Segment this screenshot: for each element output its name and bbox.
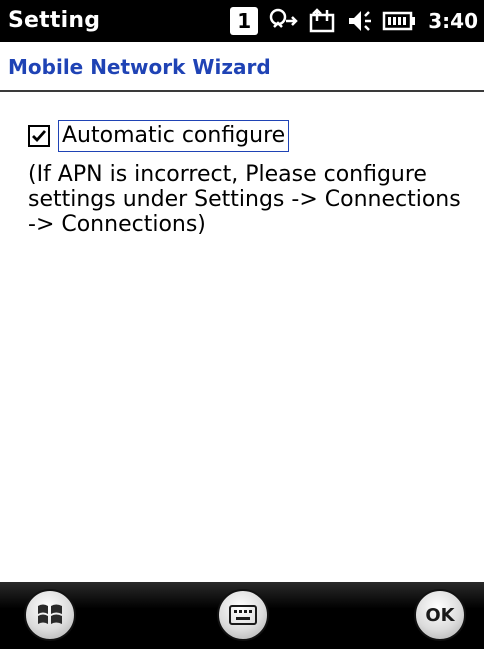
apn-note-text: (If APN is incorrect, Please configure s… <box>28 162 461 237</box>
ok-button[interactable]: OK <box>414 589 466 641</box>
page-header: Mobile Network Wizard <box>0 42 484 92</box>
data-connection-icon <box>308 7 336 35</box>
network-sync-icon <box>268 7 299 35</box>
status-bar: Setting 1 3:40 <box>0 0 484 42</box>
automatic-configure-row[interactable]: Automatic configure <box>28 120 290 152</box>
automatic-configure-checkbox[interactable] <box>28 125 50 147</box>
ok-label: OK <box>425 604 455 626</box>
page-title: Mobile Network Wizard <box>8 55 271 79</box>
windows-start-icon <box>38 604 62 624</box>
sim-badge-icon: 1 <box>230 7 259 35</box>
keyboard-icon <box>229 605 257 625</box>
clock: 3:40 <box>428 9 478 33</box>
keyboard-button[interactable] <box>217 589 269 641</box>
softkey-bar: OK <box>0 582 484 649</box>
status-icons[interactable]: 1 3:40 <box>230 4 478 38</box>
start-button[interactable] <box>24 589 76 641</box>
checkmark-icon <box>32 130 47 143</box>
battery-icon <box>382 10 416 32</box>
main-content: Automatic configure (If APN is incorrect… <box>0 92 484 582</box>
automatic-configure-label[interactable]: Automatic configure <box>58 120 290 152</box>
volume-icon <box>346 7 372 35</box>
app-title: Setting <box>8 8 101 33</box>
